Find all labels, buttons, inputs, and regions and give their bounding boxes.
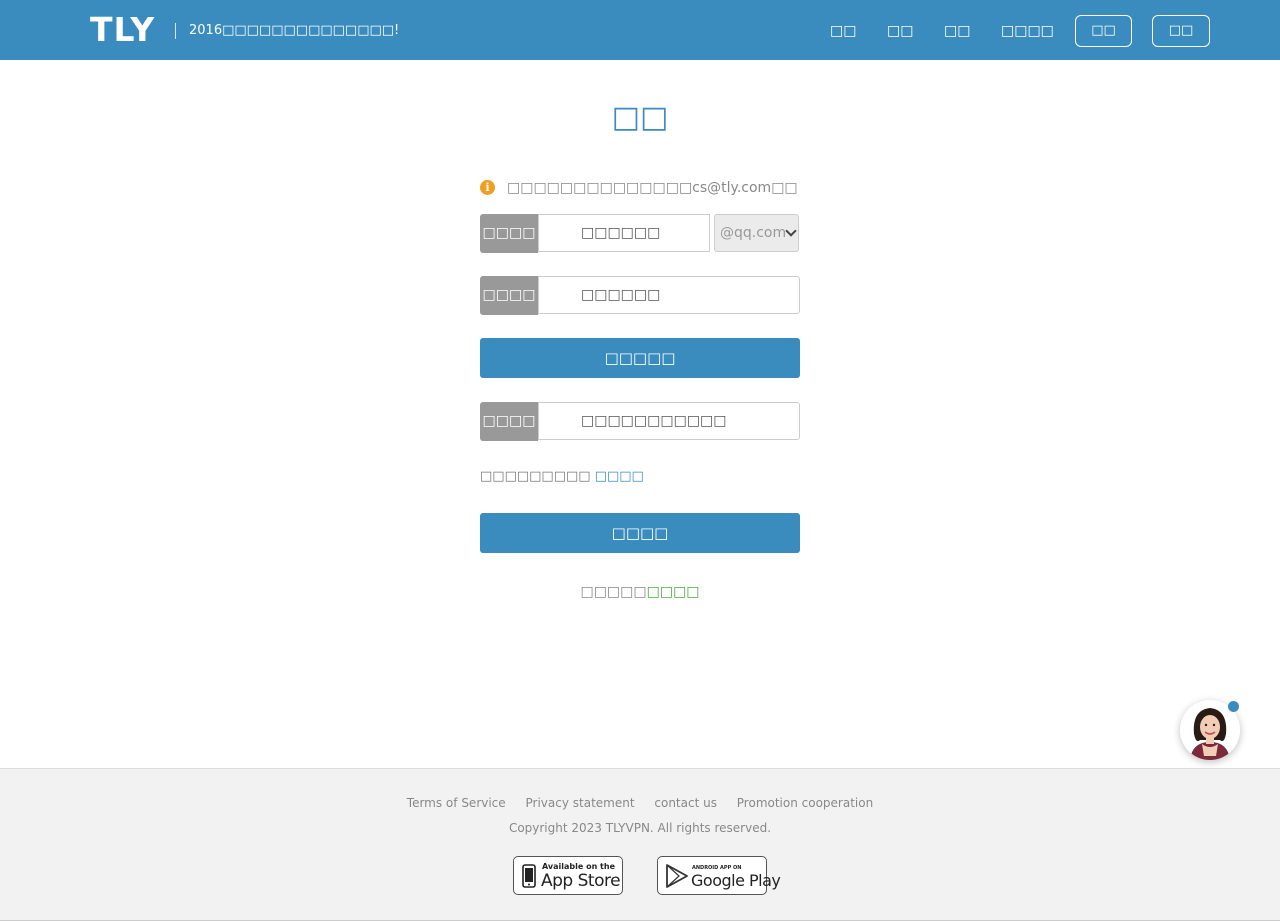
chat-online-dot bbox=[1228, 701, 1239, 712]
google-play-badge[interactable]: ANDROID APP ON Google Play bbox=[657, 856, 781, 895]
register-button[interactable]: □□ bbox=[1152, 15, 1210, 47]
info-icon: i bbox=[480, 180, 495, 195]
agreement-hint: □□□□□□□□□ □□□□ bbox=[480, 468, 644, 486]
email-label: □□□□ bbox=[480, 214, 538, 253]
nav-item-3[interactable]: □□ bbox=[944, 21, 970, 41]
hint-link[interactable]: □□□□ bbox=[595, 469, 644, 484]
email-domain-select[interactable]: @qq.com bbox=[714, 214, 799, 252]
page-title: □□ bbox=[611, 100, 669, 135]
password-input[interactable]: □□□□□□□□□□□ bbox=[538, 402, 800, 440]
google-play-big-text: Google Play bbox=[691, 871, 781, 890]
login-button[interactable]: □□ bbox=[1075, 15, 1132, 47]
code-label: □□□□ bbox=[480, 276, 538, 315]
nav-item-2[interactable]: □□ bbox=[887, 21, 913, 41]
footer-link-terms[interactable]: Terms of Service bbox=[407, 796, 506, 810]
app-store-big-text: App Store bbox=[541, 871, 621, 891]
logo-separator bbox=[175, 23, 176, 39]
notice-text: □□□□□□□□□□□□□□cs@tly.com□□ bbox=[507, 180, 798, 196]
footer-link-promotion[interactable]: Promotion cooperation bbox=[737, 796, 873, 810]
footer-links: Terms of Service Privacy statement conta… bbox=[0, 795, 1280, 811]
nav-item-1[interactable]: □□ bbox=[830, 21, 856, 41]
email-domain-value: @qq.com bbox=[720, 225, 787, 241]
footer-link-privacy[interactable]: Privacy statement bbox=[526, 796, 635, 810]
phone-icon bbox=[522, 864, 536, 888]
alt-action-link[interactable]: □□□□ bbox=[647, 584, 700, 600]
chevron-down-icon bbox=[785, 225, 797, 237]
footer: Terms of Service Privacy statement conta… bbox=[0, 768, 1280, 920]
alt-action-line: □□□□□□□□□ bbox=[0, 583, 1280, 601]
password-label: □□□□ bbox=[480, 402, 538, 441]
alt-action-text: □□□□□ bbox=[580, 584, 647, 600]
code-input[interactable]: □□□□□□ bbox=[538, 276, 800, 314]
tly-logo[interactable]: TLY bbox=[90, 12, 155, 48]
play-icon bbox=[666, 864, 688, 888]
app-store-badge[interactable]: Available on the App Store bbox=[513, 856, 623, 895]
top-header: TLY 2016□□□□□□□□□□□□□□! □□ □□ □□ □□□□ □□… bbox=[0, 0, 1280, 60]
nav-item-4[interactable]: □□□□ bbox=[1001, 21, 1054, 41]
email-input[interactable]: □□□□□□ bbox=[538, 214, 710, 252]
header-tagline: 2016□□□□□□□□□□□□□□! bbox=[189, 23, 400, 38]
copyright: Copyright 2023 TLYVPN. All rights reserv… bbox=[508, 821, 772, 835]
footer-link-contact[interactable]: contact us bbox=[654, 796, 717, 810]
send-code-button[interactable]: □□□□□ bbox=[480, 338, 800, 378]
submit-button[interactable]: □□□□ bbox=[480, 513, 800, 553]
hint-text: □□□□□□□□□ bbox=[480, 469, 591, 484]
app-store-small-text: Available on the bbox=[542, 862, 616, 871]
